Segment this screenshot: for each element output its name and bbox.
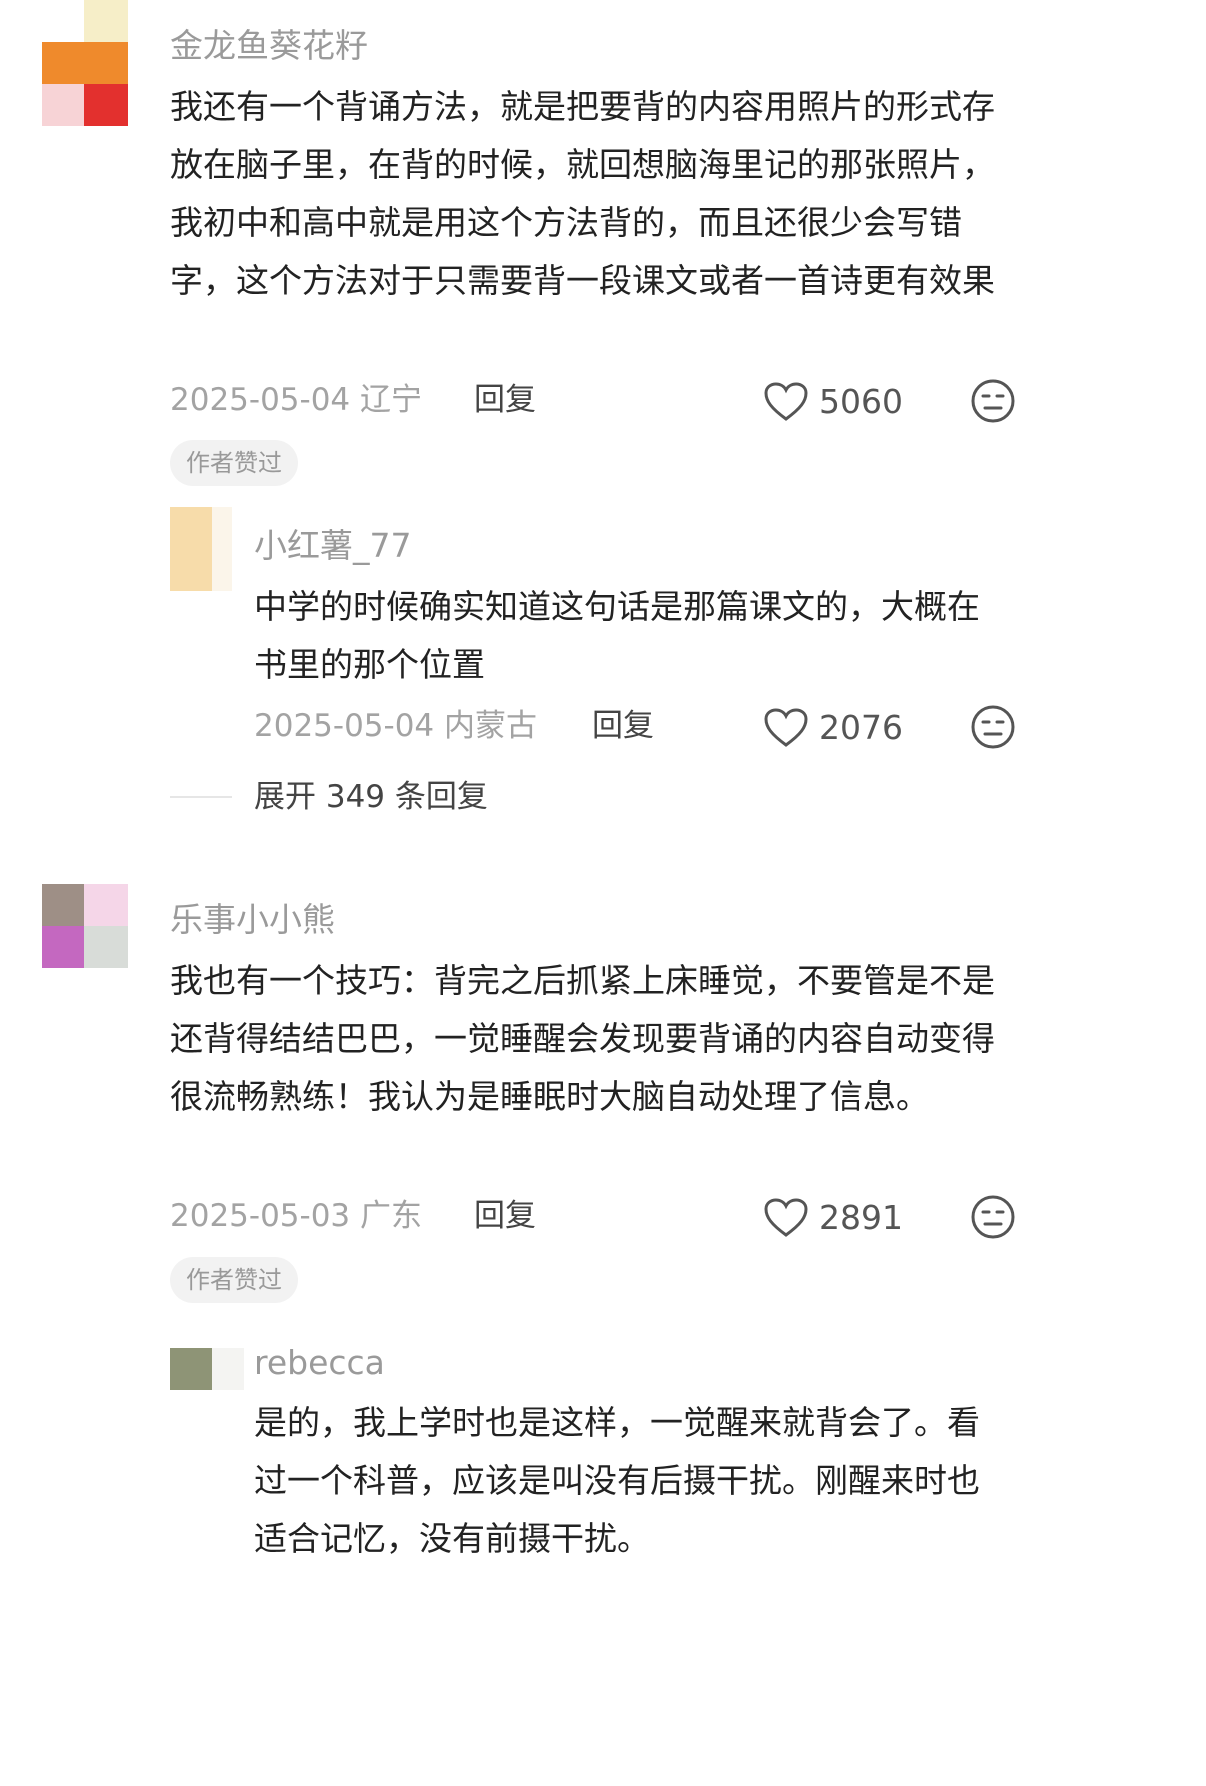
reply-text: 是的，我上学时也是这样，一觉醒来就背会了。看过一个科普，应该是叫没有后摄干扰。刚… (254, 1403, 980, 1558)
reply-button[interactable]: 回复 (592, 706, 654, 746)
comment-text: 我还有一个背诵方法，就是把要背的内容用照片的形式存放在脑子里，在背的时候，就回想… (170, 87, 995, 300)
expand-divider (170, 796, 232, 798)
comment-text: 我也有一个技巧：背完之后抓紧上床睡觉，不要管是不是还背得结结巴巴，一觉睡醒会发现… (170, 961, 995, 1116)
username[interactable]: 金龙鱼葵花籽 (170, 26, 368, 66)
username[interactable]: 乐事小小熊 (170, 900, 335, 940)
heart-outline-icon (764, 1198, 808, 1237)
dislike-button[interactable] (970, 1194, 1016, 1244)
neutral-face-icon (971, 379, 1015, 423)
comment-location: 辽宁 (360, 382, 423, 418)
avatar[interactable] (42, 884, 128, 968)
username[interactable]: rebecca (254, 1343, 385, 1383)
reply-button[interactable]: 回复 (474, 1196, 536, 1236)
like-count: 5060 (819, 382, 903, 421)
comment-location: 广东 (360, 1198, 423, 1234)
avatar[interactable] (42, 0, 128, 126)
neutral-face-icon (971, 705, 1015, 749)
username[interactable]: 小红薯_77 (254, 526, 412, 566)
comment-date: 2025-05-03 (170, 1198, 351, 1234)
like-button[interactable]: 5060 (763, 381, 903, 423)
like-button[interactable]: 2076 (763, 707, 903, 749)
author-liked-badge: 作者赞过 (170, 1257, 298, 1303)
expand-replies-button[interactable]: 展开 349 条回复 (254, 777, 488, 817)
reply-date: 2025-05-04 (254, 708, 435, 744)
reply-button[interactable]: 回复 (474, 380, 536, 420)
author-liked-badge: 作者赞过 (170, 440, 298, 486)
comment-meta: 2025-05-04 辽宁 (170, 380, 422, 420)
like-count: 2076 (819, 708, 903, 747)
neutral-face-icon (971, 1195, 1015, 1239)
comment-date: 2025-05-04 (170, 382, 351, 418)
avatar[interactable] (170, 507, 232, 591)
dislike-button[interactable] (970, 704, 1016, 754)
reply-location: 内蒙古 (444, 708, 538, 744)
comment-meta: 2025-05-03 广东 (170, 1196, 422, 1236)
like-count: 2891 (819, 1198, 903, 1237)
heart-outline-icon (764, 382, 808, 421)
like-button[interactable]: 2891 (763, 1197, 903, 1239)
avatar[interactable] (170, 1348, 244, 1390)
reply-meta: 2025-05-04 内蒙古 (254, 706, 537, 746)
heart-outline-icon (764, 708, 808, 747)
reply-text: 中学的时候确实知道这句话是那篇课文的，大概在书里的那个位置 (254, 587, 980, 684)
dislike-button[interactable] (970, 378, 1016, 428)
